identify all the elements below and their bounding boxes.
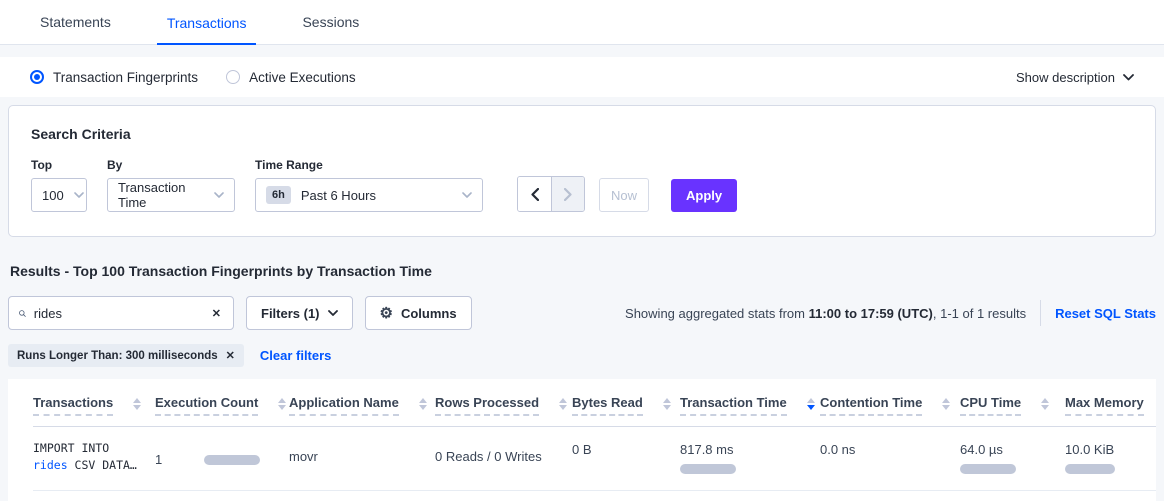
chevron-down-icon [1123, 74, 1134, 81]
chevron-left-icon [531, 188, 539, 201]
search-criteria-title: Search Criteria [31, 126, 1133, 142]
aggregated-stats-text: Showing aggregated stats from 11:00 to 1… [625, 306, 1026, 321]
filters-label: Filters (1) [261, 306, 320, 321]
top-value: 100 [42, 188, 64, 203]
tab-statements[interactable]: Statements [30, 14, 121, 44]
stats-area: Showing aggregated stats from 11:00 to 1… [625, 300, 1156, 326]
sort-icon[interactable] [419, 398, 427, 410]
top-select[interactable]: 100 [31, 178, 87, 212]
sort-icon[interactable] [559, 398, 567, 410]
tab-sessions[interactable]: Sessions [292, 14, 369, 44]
execution-count-bar [204, 455, 260, 465]
divider [1040, 300, 1041, 326]
filter-chip: Runs Longer Than: 300 milliseconds ✕ [8, 344, 244, 367]
active-filters-row: Runs Longer Than: 300 milliseconds ✕ Cle… [8, 344, 1156, 367]
column-header-execution-count: Execution Count [155, 395, 289, 416]
radio-label: Transaction Fingerprints [53, 70, 198, 85]
apply-button[interactable]: Apply [671, 179, 737, 212]
column-header-max-memory: Max Memory [1065, 395, 1164, 416]
gear-icon: ⚙ [380, 306, 393, 321]
table-header-row: Transactions Execution Count Application… [33, 379, 1156, 427]
clear-search-icon[interactable]: ✕ [210, 305, 223, 322]
rows-processed-cell: 0 Reads / 0 Writes [435, 440, 572, 474]
column-header-transactions: Transactions [33, 395, 155, 416]
search-input[interactable] [34, 306, 210, 321]
time-range-field: Time Range 6h Past 6 Hours [255, 158, 483, 212]
max-memory-cell: 10.0 KiB [1065, 440, 1156, 474]
sort-icon[interactable] [942, 398, 950, 410]
sort-icon[interactable] [278, 398, 286, 410]
by-select[interactable]: Transaction Time [107, 178, 235, 212]
page-tabs: Statements Transactions Sessions [0, 0, 1164, 45]
columns-button[interactable]: ⚙ Columns [365, 296, 472, 330]
radio-unselected-icon [226, 70, 240, 84]
transaction-link[interactable]: rides [33, 458, 68, 472]
table-row: IMPORT INTO rides CSV DATA… 1 movr 0 Rea… [33, 427, 1156, 491]
by-field: By Transaction Time [107, 158, 235, 212]
sort-icon[interactable] [663, 398, 671, 410]
sort-icon-active-desc[interactable] [807, 398, 815, 410]
show-description-toggle[interactable]: Show description [1016, 70, 1134, 85]
column-header-bytes-read: Bytes Read [572, 395, 680, 416]
max-memory-bar [1065, 464, 1115, 474]
results-table: Transactions Execution Count Application… [8, 379, 1156, 501]
show-description-label: Show description [1016, 70, 1115, 85]
search-criteria-card: Search Criteria Top 100 By Transaction T… [8, 105, 1156, 237]
bytes-read-cell: 0 B [572, 440, 680, 474]
time-prev-button[interactable] [518, 177, 551, 211]
time-range-badge: 6h [266, 186, 291, 204]
radio-selected-icon [30, 70, 44, 84]
chevron-down-icon [452, 192, 472, 198]
time-nav-group [517, 176, 585, 212]
results-title: Results - Top 100 Transaction Fingerprin… [10, 263, 1164, 279]
filter-chip-label: Runs Longer Than: 300 milliseconds [17, 350, 218, 362]
top-field: Top 100 [31, 158, 87, 212]
radio-active-executions[interactable]: Active Executions [226, 70, 356, 85]
chevron-down-icon [328, 310, 338, 316]
transaction-fingerprint-cell[interactable]: IMPORT INTO rides CSV DATA… [33, 440, 155, 474]
sort-icon[interactable] [1041, 398, 1049, 410]
by-label: By [107, 158, 235, 172]
time-range-label: Time Range [255, 158, 483, 172]
cpu-time-bar [960, 464, 1016, 474]
column-header-contention-time: Contention Time [820, 395, 960, 416]
tab-transactions[interactable]: Transactions [157, 15, 257, 45]
column-header-rows-processed: Rows Processed [435, 395, 572, 416]
filters-button[interactable]: Filters (1) [246, 296, 353, 330]
execution-count-cell: 1 [155, 440, 289, 474]
application-name-cell: movr [289, 440, 435, 474]
time-range-value: Past 6 Hours [301, 188, 376, 203]
contention-time-cell: 0.0 ns [820, 440, 960, 474]
clear-filters-link[interactable]: Clear filters [260, 348, 332, 363]
view-toggle-bar: Transaction Fingerprints Active Executio… [0, 57, 1164, 97]
radio-label: Active Executions [249, 70, 356, 85]
sort-icon[interactable] [133, 398, 141, 410]
results-toolbar: ✕ Filters (1) ⚙ Columns Showing aggregat… [8, 296, 1156, 330]
columns-label: Columns [401, 306, 457, 321]
radio-transaction-fingerprints[interactable]: Transaction Fingerprints [30, 70, 198, 85]
column-header-transaction-time: Transaction Time [680, 395, 820, 416]
cpu-time-cell: 64.0 µs [960, 440, 1065, 474]
search-icon [19, 307, 26, 320]
column-header-application-name: Application Name [289, 395, 435, 416]
chevron-right-icon [564, 188, 572, 201]
remove-filter-icon[interactable]: ✕ [226, 349, 235, 362]
time-next-button[interactable] [551, 177, 584, 211]
column-header-cpu-time: CPU Time [960, 395, 1065, 416]
reset-sql-stats-link[interactable]: Reset SQL Stats [1055, 306, 1156, 321]
by-value: Transaction Time [118, 180, 204, 210]
chevron-down-icon [64, 192, 84, 198]
top-label: Top [31, 158, 87, 172]
chevron-down-icon [204, 192, 224, 198]
now-button[interactable]: Now [599, 178, 649, 212]
transaction-time-cell: 817.8 ms [680, 440, 820, 474]
results-search-box: ✕ [8, 296, 234, 330]
time-range-select[interactable]: 6h Past 6 Hours [255, 178, 483, 212]
transaction-time-bar [680, 464, 736, 474]
